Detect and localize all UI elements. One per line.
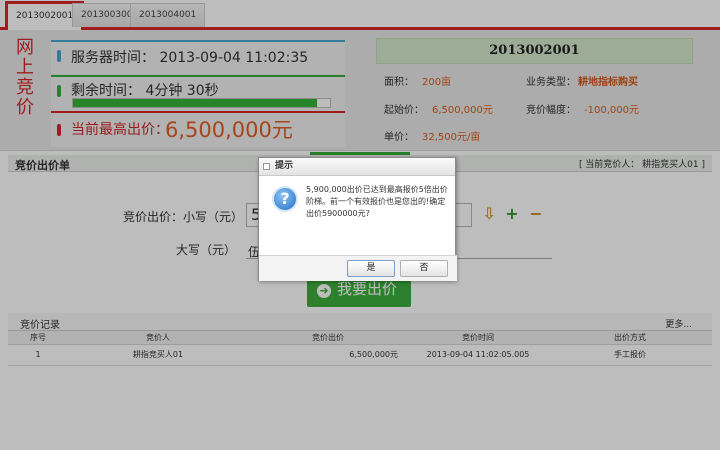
dialog-title: 提示 [275,161,294,171]
dialog-window-icon [263,163,270,170]
yes-button[interactable]: 是 [347,260,395,277]
no-button[interactable]: 否 [400,260,448,277]
question-icon: ? [272,186,298,212]
dialog-titlebar: 提示 [259,158,455,176]
confirm-dialog: 提示 ? 5,900,000出价已达到最高报价5倍出价阶梯。前一个有效报价也是您… [258,157,457,281]
dialog-message: 5,900,000出价已达到最高报价5倍出价阶梯。前一个有效报价也是您出的!确定… [306,185,448,218]
dialog-button-bar: 是 否 [259,255,457,281]
